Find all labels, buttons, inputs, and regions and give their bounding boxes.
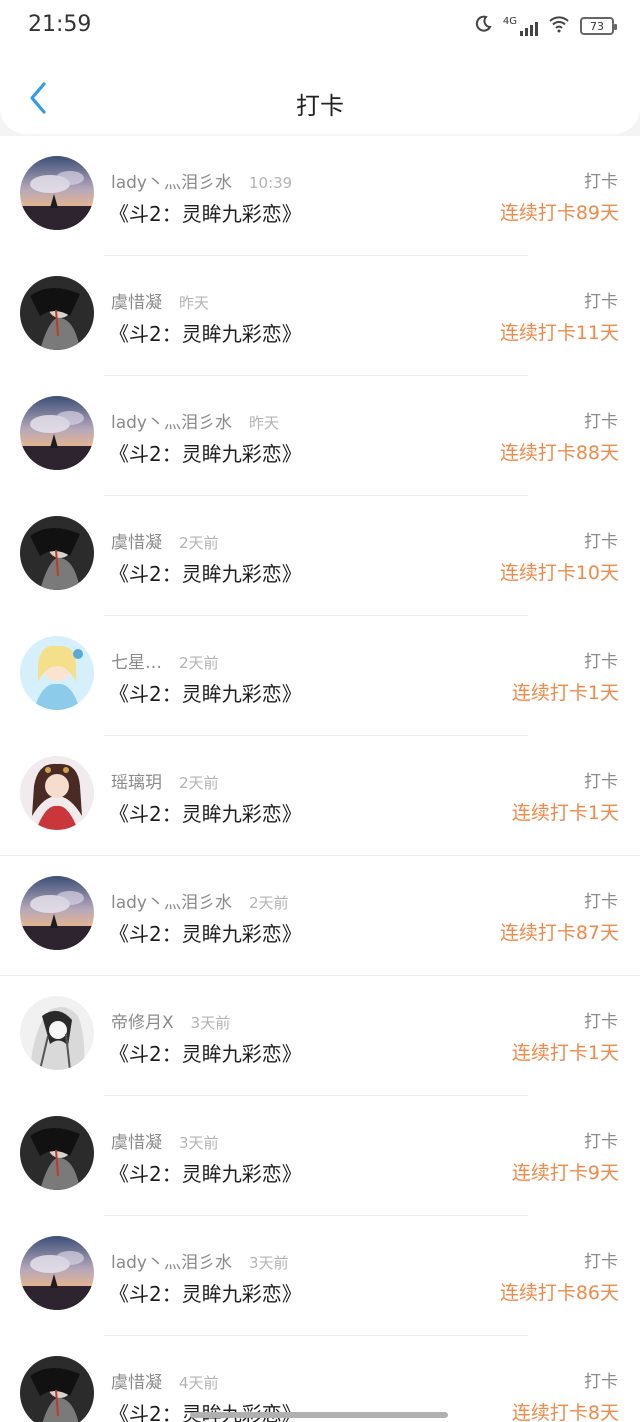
list-item[interactable]: 瑶璃玥 2天前《斗2：灵眸九彩恋》 打卡连续打卡1天 [0,736,640,856]
avatar[interactable] [20,636,94,710]
avatar[interactable] [20,276,94,350]
list-item[interactable]: 帝修月X 3天前《斗2：灵眸九彩恋》 打卡连续打卡1天 [0,976,640,1096]
book-title[interactable]: 《斗2：灵眸九彩恋》 [109,1158,302,1187]
list-item[interactable]: lady丶灬泪彡水 昨天《斗2：灵眸九彩恋》 打卡连续打卡88天 [0,376,640,496]
post-time: 4天前 [179,1374,219,1392]
streak-count: 连续打卡10天 [499,562,619,584]
battery-icon: 73 [580,17,617,35]
username[interactable]: lady丶灬泪彡水 [111,168,232,193]
post-time: 3天前 [179,1134,219,1152]
username[interactable]: 七星… [111,648,162,673]
streak-count: 连续打卡11天 [499,322,619,344]
item-meta: 帝修月X 3天前 [111,1008,230,1033]
post-time: 3天前 [249,1254,289,1272]
username[interactable]: 帝修月X [111,1008,174,1033]
list-item[interactable]: 七星… 2天前《斗2：灵眸九彩恋》 打卡连续打卡1天 [0,616,640,736]
post-time: 2天前 [179,774,219,792]
list-item[interactable]: 虞惜凝 昨天《斗2：灵眸九彩恋》 打卡连续打卡11天 [0,256,640,376]
book-title[interactable]: 《斗2：灵眸九彩恋》 [109,318,302,347]
network-type: 4G [502,16,517,27]
username[interactable]: 虞惜凝 [111,288,162,313]
avatar[interactable] [20,1116,94,1190]
signal-icon: 4G [503,16,538,36]
checkin-list: lady丶灬泪彡水 10:39 《斗2：灵眸九彩恋》 打卡 连续打卡89天 虞惜凝 昨天《… [0,136,640,1422]
avatar[interactable] [20,876,94,950]
streak-count: 连续打卡88天 [499,442,619,464]
streak-count: 连续打卡1天 [511,802,619,824]
wifi-icon [548,15,570,37]
username[interactable]: 瑶璃玥 [111,768,162,793]
page-title: 打卡 [296,92,344,120]
book-title[interactable]: 《斗2：灵眸九彩恋》 [109,198,302,227]
streak-count: 连续打卡86天 [499,1282,619,1304]
username[interactable]: 虞惜凝 [111,528,162,553]
username[interactable]: 虞惜凝 [111,1128,162,1153]
item-meta: 虞惜凝 3天前 [111,1128,219,1153]
item-meta: lady丶灬泪彡水 2天前 [111,888,289,913]
checkin-tag: 打卡 [584,772,618,792]
top-bar: 21:59 4G 73 打卡 [0,0,640,134]
post-time: 3天前 [190,1014,231,1032]
avatar[interactable] [20,396,94,470]
item-meta: 虞惜凝 4天前 [111,1368,219,1393]
checkin-tag: 打卡 [584,652,618,672]
checkin-tag: 打卡 [584,1372,618,1392]
book-title[interactable]: 《斗2：灵眸九彩恋》 [109,1278,302,1307]
avatar[interactable] [20,756,94,830]
book-title[interactable]: 《斗2：灵眸九彩恋》 [109,558,302,587]
item-meta: 瑶璃玥 2天前 [111,768,219,793]
book-title[interactable]: 《斗2：灵眸九彩恋》 [109,798,302,827]
streak-count: 连续打卡1天 [511,1042,619,1064]
item-meta: 虞惜凝 2天前 [111,528,219,553]
username[interactable]: lady丶灬泪彡水 [111,888,232,913]
username[interactable]: 虞惜凝 [111,1368,162,1393]
list-item[interactable]: lady丶灬泪彡水 10:39 《斗2：灵眸九彩恋》 打卡连续打卡89天 [0,136,640,256]
home-indicator[interactable] [190,1412,448,1418]
post-time: 2天前 [179,654,219,672]
post-time: 昨天 [179,294,210,312]
book-title[interactable]: 《斗2：灵眸九彩恋》 [109,918,302,947]
list-item[interactable]: 虞惜凝 3天前《斗2：灵眸九彩恋》 打卡连续打卡9天 [0,1096,640,1216]
avatar[interactable] [20,1236,94,1310]
checkin-tag: 打卡 [584,172,618,192]
streak-count: 连续打卡87天 [499,922,619,944]
checkin-tag: 打卡 [584,892,618,912]
checkin-tag: 打卡 [584,1252,618,1272]
list-item[interactable]: lady丶灬泪彡水 2天前《斗2：灵眸九彩恋》 打卡连续打卡87天 [0,856,640,976]
book-title[interactable]: 《斗2：灵眸九彩恋》 [109,438,302,467]
item-meta: 七星… 2天前 [111,648,219,673]
post-time: 昨天 [249,414,280,432]
status-time: 21:59 [28,12,92,37]
list-item[interactable]: 虞惜凝 4天前《斗2：灵眸九彩恋》 打卡连续打卡8天 [0,1336,640,1422]
item-meta: lady丶灬泪彡水 3天前 [111,1248,289,1273]
item-meta: 虞惜凝 昨天 [111,288,209,313]
moon-icon [473,14,493,38]
book-title[interactable]: 《斗2：灵眸九彩恋》 [109,678,302,707]
checkin-tag: 打卡 [584,292,618,312]
avatar[interactable] [20,156,94,230]
item-meta: lady丶灬泪彡水 昨天 [111,408,279,433]
book-title[interactable]: 《斗2：灵眸九彩恋》 [109,1398,302,1422]
streak-count: 连续打卡1天 [511,682,619,704]
list-item[interactable]: 虞惜凝 2天前《斗2：灵眸九彩恋》 打卡连续打卡10天 [0,496,640,616]
checkin-tag: 打卡 [584,1132,618,1152]
checkin-tag: 打卡 [584,412,618,432]
streak-count: 连续打卡8天 [511,1402,619,1422]
checkin-tag: 打卡 [584,532,618,552]
post-time: 10:39 [249,174,293,192]
username[interactable]: lady丶灬泪彡水 [111,408,232,433]
avatar[interactable] [20,996,94,1070]
streak-count: 连续打卡9天 [511,1162,619,1184]
list-item[interactable]: lady丶灬泪彡水 3天前《斗2：灵眸九彩恋》 打卡连续打卡86天 [0,1216,640,1336]
streak-count: 连续打卡89天 [499,202,619,224]
post-time: 2天前 [249,894,289,912]
post-time: 2天前 [179,534,219,552]
username[interactable]: lady丶灬泪彡水 [111,1248,232,1273]
book-title[interactable]: 《斗2：灵眸九彩恋》 [109,1038,302,1067]
item-meta: lady丶灬泪彡水 10:39 [111,168,292,193]
avatar[interactable] [20,516,94,590]
avatar[interactable] [20,1356,94,1422]
checkin-tag: 打卡 [584,1012,618,1032]
status-icons: 4G 73 [473,14,617,38]
